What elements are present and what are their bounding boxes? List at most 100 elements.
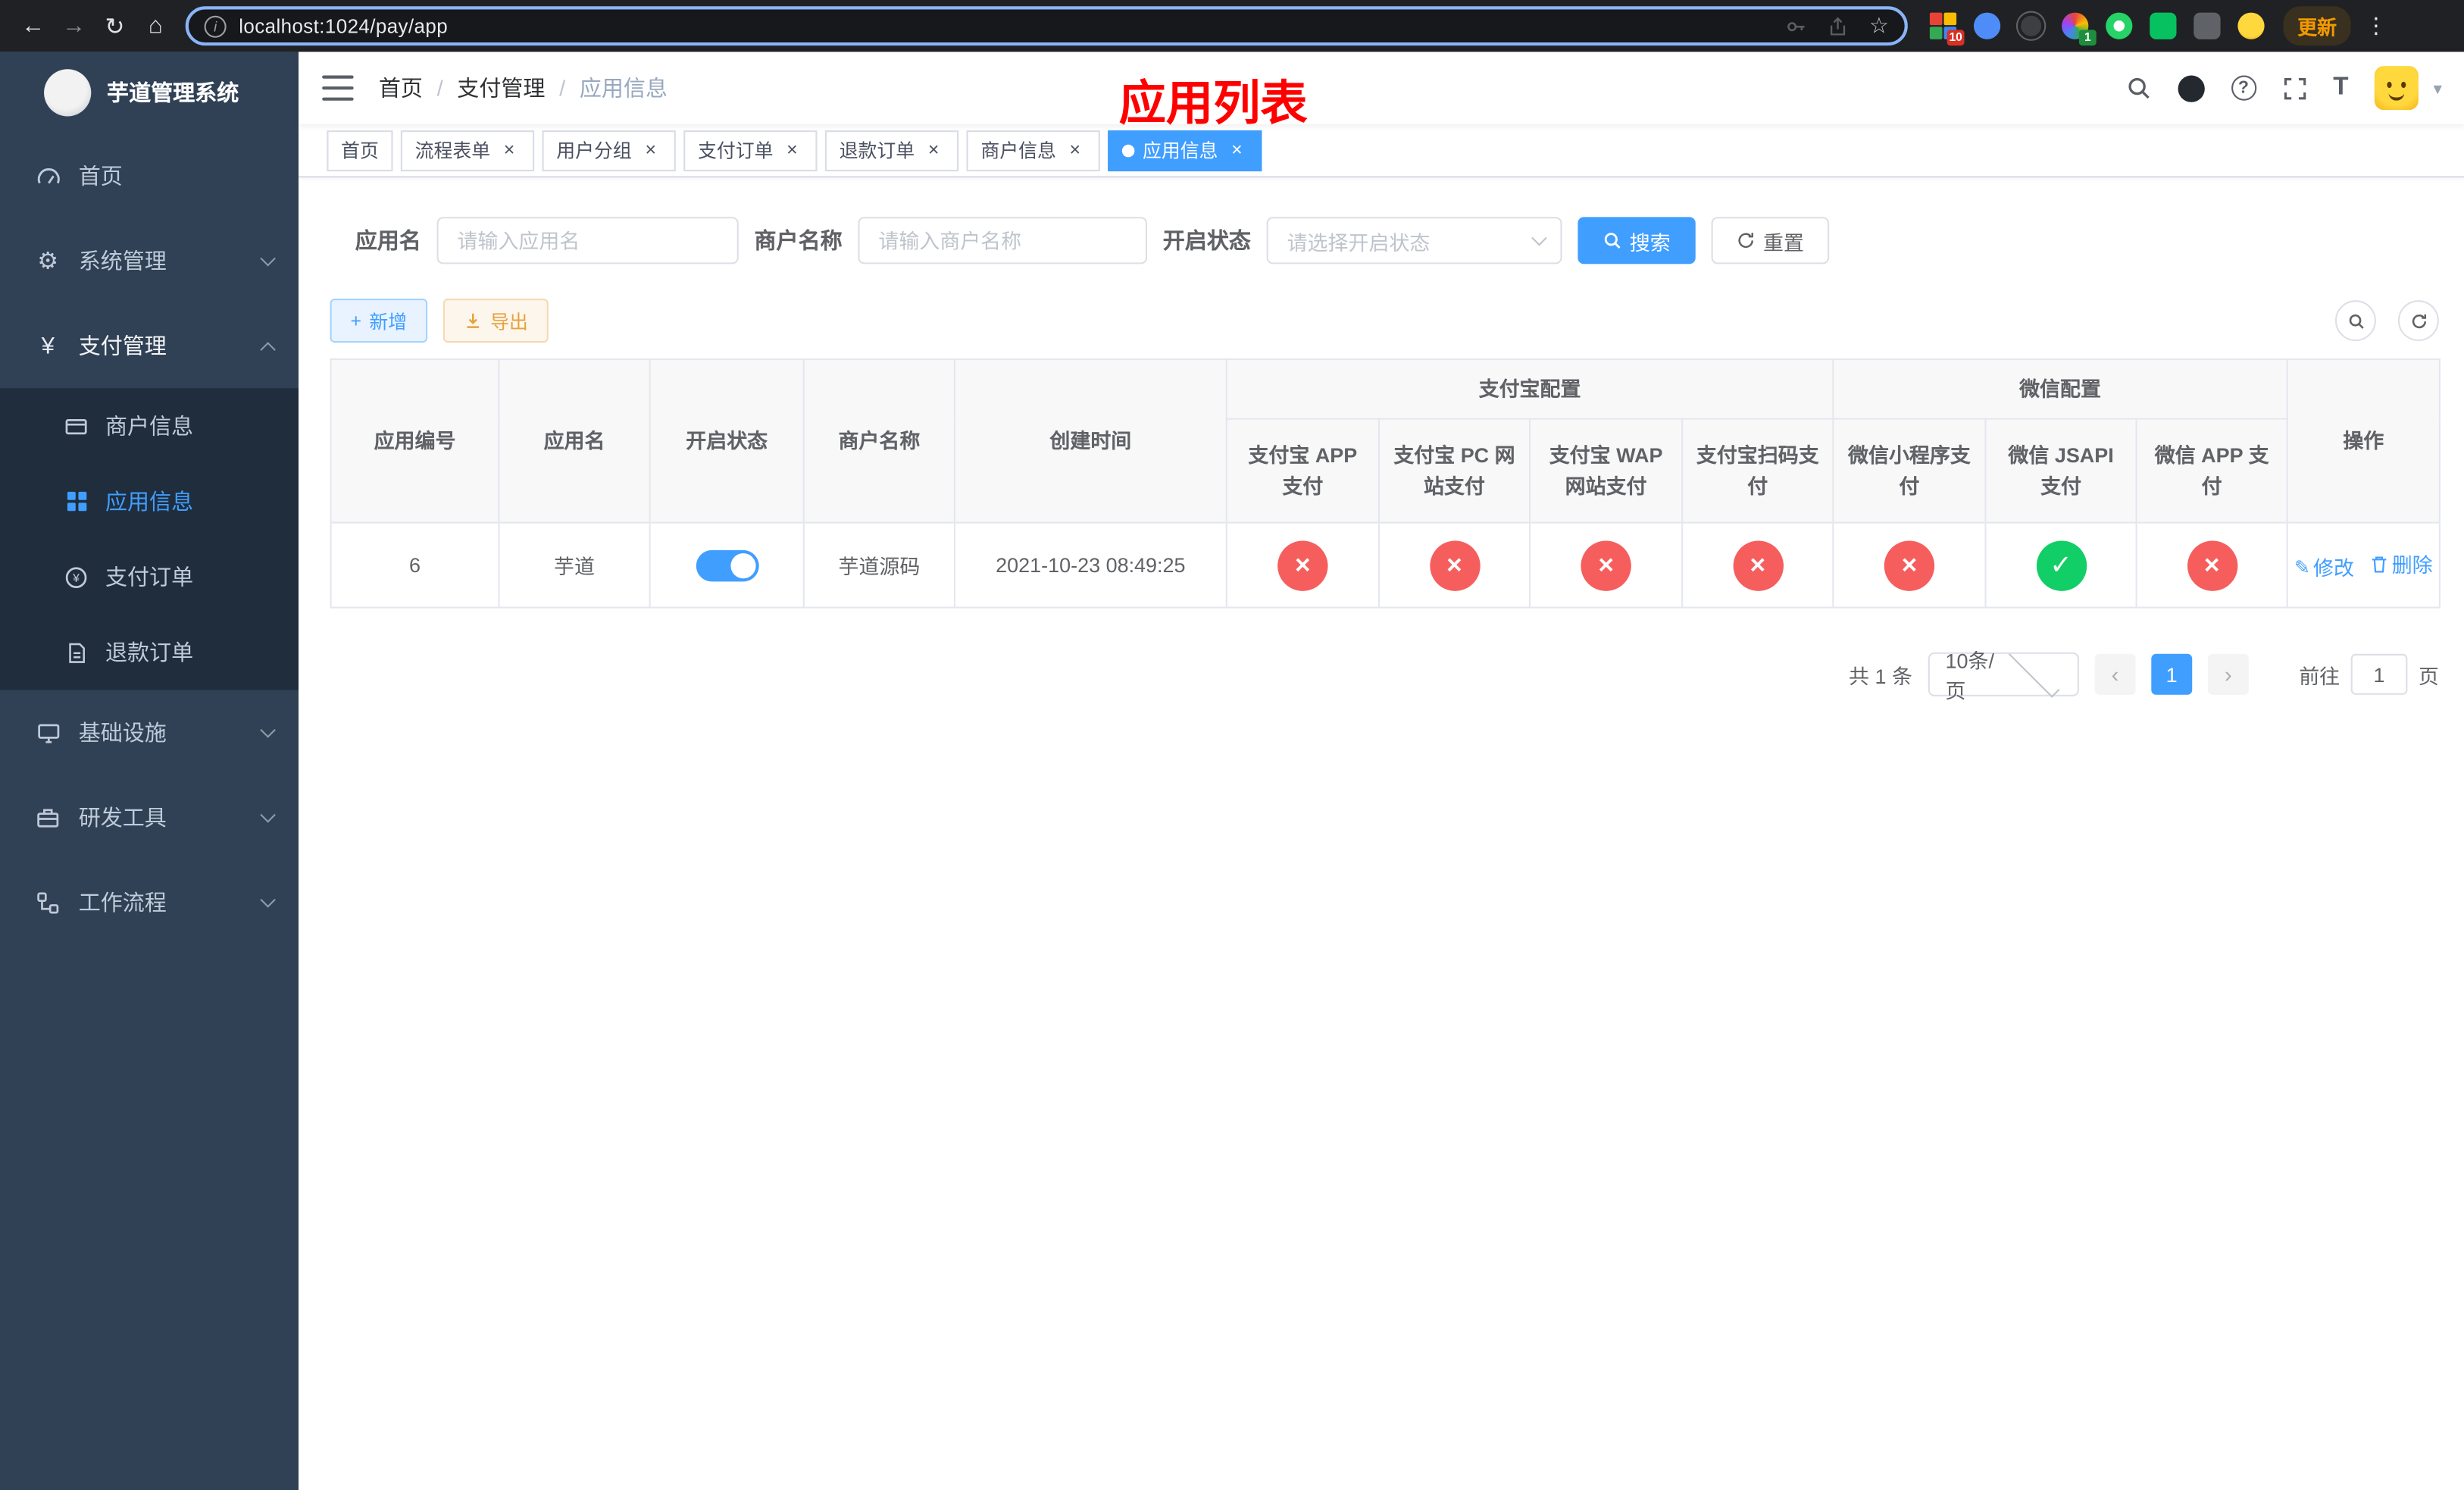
export-button-label: 导出	[490, 310, 528, 333]
cell-alipay-app: ×	[1225, 521, 1380, 609]
add-button[interactable]: + 新增	[330, 299, 428, 343]
tab-close-icon[interactable]: ×	[781, 139, 803, 161]
prev-page-button[interactable]: ‹	[2094, 653, 2136, 695]
status-label: 开启状态	[1162, 227, 1251, 253]
status-select-placeholder: 请选择开启状态	[1287, 230, 1431, 254]
tab-user-group[interactable]: 用户分组 ×	[542, 130, 676, 171]
bookmark-star-icon[interactable]: ☆	[1869, 13, 1889, 39]
sidebar-item-home[interactable]: 首页	[0, 133, 299, 218]
font-size-icon[interactable]: T	[2333, 74, 2348, 102]
sidebar-item-refund-orders[interactable]: 退款订单	[0, 615, 299, 690]
tab-app-info[interactable]: 应用信息 ×	[1108, 130, 1262, 171]
collapse-sidebar-icon[interactable]	[322, 75, 354, 101]
tab-label: 退款订单	[839, 139, 915, 162]
back-icon[interactable]: ←	[13, 5, 54, 46]
tab-home[interactable]: 首页	[327, 130, 393, 171]
tab-close-icon[interactable]: ×	[1226, 139, 1248, 161]
tab-merchant-info[interactable]: 商户信息 ×	[966, 130, 1100, 171]
search-button[interactable]: 搜索	[1578, 217, 1696, 265]
tab-close-icon[interactable]: ×	[499, 139, 521, 161]
pagination: 共 1 条 10条/页 ‹ 1 › 前往 页	[1849, 646, 2439, 703]
col-header-wx-mini: 微信小程序支付	[1832, 418, 1987, 524]
next-page-button[interactable]: ›	[2207, 653, 2249, 695]
tab-label: 应用信息	[1142, 139, 1218, 162]
sidebar-item-payment[interactable]: ¥ 支付管理	[0, 303, 299, 388]
col-header-alipay-app: 支付宝 APP 支付	[1225, 418, 1380, 524]
fullscreen-icon[interactable]	[2283, 77, 2306, 100]
cell-actions: ✎ 修改 删除	[2286, 521, 2441, 609]
app-logo[interactable]: 芋道管理系统	[0, 52, 299, 133]
sidebar-item-app-info[interactable]: 应用信息	[0, 464, 299, 540]
user-avatar[interactable]	[2375, 66, 2419, 111]
app-name-label: 应用名	[355, 227, 421, 253]
toggle-knob	[730, 552, 755, 578]
page-info-icon[interactable]: i	[204, 14, 227, 37]
share-icon[interactable]	[1828, 15, 1849, 37]
breadcrumb-home[interactable]: 首页	[379, 72, 423, 103]
table-toolbar: + 新增 导出	[330, 299, 2439, 343]
chevron-down-icon	[1531, 230, 1547, 246]
sidebar-item-merchant-info[interactable]: 商户信息	[0, 388, 299, 464]
url-bar[interactable]: i localhost:1024/pay/app ☆	[185, 6, 1908, 46]
yen-icon: ¥	[41, 332, 55, 359]
extension-emoji-icon[interactable]	[2237, 12, 2265, 39]
sidebar-menu: 首页 ⚙ 系统管理 ¥ 支付管理 商户信息 应用信息 ¥ 支付订单 退款订单 基…	[0, 133, 299, 944]
home-icon[interactable]: ⌂	[135, 5, 176, 46]
tab-close-icon[interactable]: ×	[639, 139, 661, 161]
cell-app-id: 6	[330, 521, 500, 609]
page-number-1[interactable]: 1	[2151, 653, 2193, 695]
app-name-input[interactable]	[436, 217, 739, 265]
alipay-pc-status-icon: ×	[1429, 540, 1480, 590]
page-annotation: 应用列表	[1118, 78, 1308, 131]
tab-close-icon[interactable]: ×	[1064, 139, 1086, 161]
extension-dark-circle-icon[interactable]	[2018, 12, 2045, 39]
merchant-name-input[interactable]	[858, 217, 1148, 265]
sidebar-item-label: 支付管理	[78, 333, 167, 358]
extension-puzzle-icon[interactable]	[2194, 12, 2221, 39]
tab-pay-orders[interactable]: 支付订单 ×	[683, 130, 818, 171]
goto-page-input[interactable]	[2350, 653, 2408, 695]
export-button[interactable]: 导出	[442, 299, 549, 343]
help-icon[interactable]: ?	[2231, 75, 2256, 101]
col-header-actions: 操作	[2286, 358, 2441, 524]
edit-button[interactable]: ✎ 修改	[2294, 552, 2354, 581]
tab-label: 首页	[341, 139, 379, 162]
svg-text:¥: ¥	[72, 571, 80, 584]
refresh-table-button[interactable]	[2397, 300, 2439, 342]
sidebar-item-system[interactable]: ⚙ 系统管理	[0, 218, 299, 303]
tab-process-form[interactable]: 流程表单 ×	[400, 130, 535, 171]
tab-refund-orders[interactable]: 退款订单 ×	[824, 130, 959, 171]
extension-grid-icon[interactable]: 10	[1929, 12, 1965, 46]
chevron-down-icon	[260, 250, 276, 267]
top-navbar: 首页 / 支付管理 / 应用信息 ? T ▾	[299, 52, 2464, 124]
status-select[interactable]: 请选择开启状态	[1266, 217, 1562, 265]
reset-button[interactable]: 重置	[1711, 217, 1830, 265]
browser-menu-icon[interactable]: ⋮	[2360, 13, 2391, 39]
sidebar-item-workflow[interactable]: 工作流程	[0, 859, 299, 944]
avatar-caret-icon[interactable]: ▾	[2434, 78, 2442, 99]
sidebar-item-label: 基础设施	[78, 719, 167, 746]
github-icon[interactable]	[2177, 74, 2205, 102]
extension-color-wheel-icon[interactable]: 1	[2062, 12, 2097, 46]
add-button-label: 新增	[369, 310, 408, 333]
password-key-icon[interactable]	[1786, 15, 1808, 37]
extension-green-square-icon[interactable]	[2150, 12, 2177, 39]
toggle-search-button[interactable]	[2334, 300, 2376, 342]
search-icon[interactable]	[2125, 76, 2150, 101]
wx-mini-status-icon: ×	[1884, 540, 1935, 590]
filter-form: 应用名 商户名称 开启状态 请选择开启状态 搜索 重置	[355, 217, 1830, 265]
page-size-select[interactable]: 10条/页	[1928, 646, 2079, 703]
delete-button[interactable]: 删除	[2370, 549, 2433, 578]
gear-icon: ⚙	[37, 248, 59, 275]
status-toggle[interactable]	[695, 549, 758, 581]
tab-close-icon[interactable]: ×	[923, 139, 945, 161]
sidebar-item-dev-tools[interactable]: 研发工具	[0, 775, 299, 859]
sidebar-item-pay-orders[interactable]: ¥ 支付订单	[0, 539, 299, 615]
extension-green-circle-icon[interactable]	[2106, 12, 2133, 39]
extension-blue-icon[interactable]	[1973, 12, 2001, 39]
browser-update-button[interactable]: 更新	[2283, 6, 2351, 46]
reload-icon[interactable]: ↻	[94, 5, 135, 46]
forward-icon[interactable]: →	[54, 5, 95, 46]
breadcrumb-payment[interactable]: 支付管理	[457, 72, 545, 103]
sidebar-item-infrastructure[interactable]: 基础设施	[0, 690, 299, 775]
